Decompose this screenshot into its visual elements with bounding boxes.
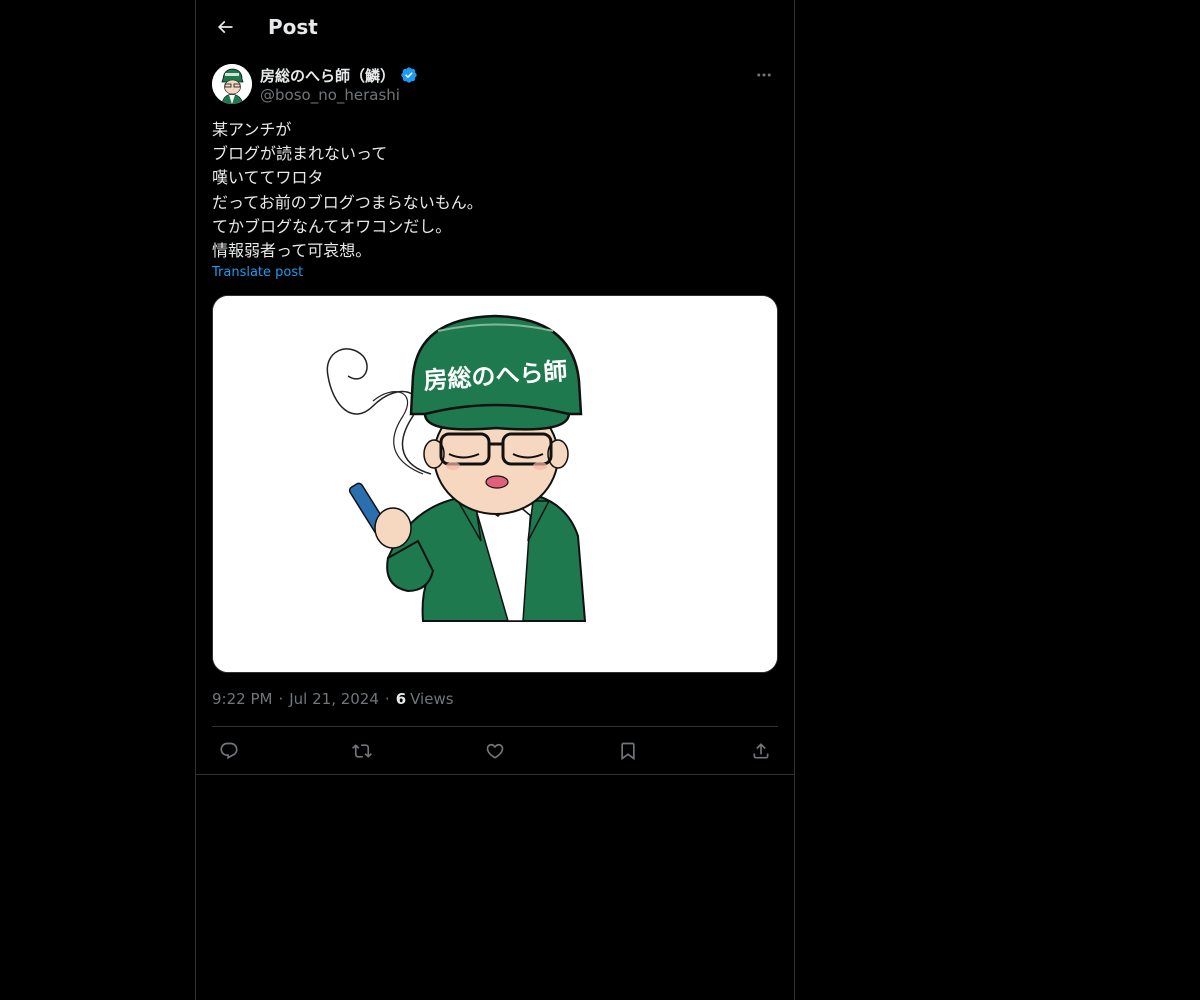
post-time[interactable]: 9:22 PM: [212, 690, 272, 708]
heart-icon: [486, 743, 504, 759]
post-text: 某アンチが ブログが読まれないって 嘆いててワロタ だってお前のブログつまらない…: [212, 118, 778, 263]
separator-dot: ·: [384, 690, 390, 708]
bookmark-button[interactable]: [611, 734, 645, 768]
separator-dot: ·: [278, 690, 284, 708]
avatar[interactable]: [212, 64, 252, 104]
post-detail-column: Post 房総のへら師（鱗） @boso_no_herashi 某アンチが ブロ…: [195, 0, 795, 1000]
reply-icon: [220, 742, 238, 760]
share-icon: [753, 743, 769, 759]
author-row: 房総のへら師（鱗） @boso_no_herashi: [212, 64, 778, 106]
like-button[interactable]: [478, 734, 512, 768]
post-image[interactable]: 房総のへら師: [212, 295, 778, 673]
post-text-line: ブログが読まれないって: [212, 144, 388, 164]
back-button[interactable]: [208, 10, 242, 44]
display-name[interactable]: 房総のへら師（鱗）: [260, 65, 395, 86]
views-count: 6: [395, 690, 407, 708]
repost-button[interactable]: [345, 734, 379, 768]
reply-button[interactable]: [212, 734, 246, 768]
page-title: Post: [268, 15, 318, 39]
more-dots-icon: [757, 73, 771, 77]
author-handle[interactable]: @boso_no_herashi: [260, 86, 400, 104]
avatar-illustration-icon: [212, 64, 252, 104]
divider: [196, 774, 794, 775]
post-text-line: だってお前のブログつまらないもん。: [212, 192, 483, 212]
verified-badge-icon[interactable]: [400, 66, 418, 84]
post-actions: [212, 734, 778, 768]
display-name-wrap: 房総のへら師（鱗）: [260, 65, 418, 85]
post-text-line: 某アンチが: [212, 120, 292, 139]
post-text-line: 嘆いててワロタ: [212, 168, 324, 188]
character-illustration: 房総のへら師: [213, 296, 777, 672]
repost-icon: [352, 744, 372, 758]
arrow-left-icon: [217, 20, 233, 34]
views-label: Views: [410, 690, 454, 708]
share-button[interactable]: [744, 734, 778, 768]
post-text-line: てかブログなんてオワコンだし。: [212, 216, 452, 236]
divider: [212, 726, 778, 727]
post-date[interactable]: Jul 21, 2024: [289, 690, 379, 708]
more-options-button[interactable]: [750, 64, 778, 86]
post-header: Post: [196, 0, 794, 54]
bookmark-icon: [621, 742, 635, 761]
translate-post-link[interactable]: Translate post: [212, 265, 303, 280]
post-meta: 9:22 PM · Jul 21, 2024 · 6 Views: [212, 690, 454, 708]
post-text-line: 情報弱者って可哀想。: [212, 241, 372, 261]
